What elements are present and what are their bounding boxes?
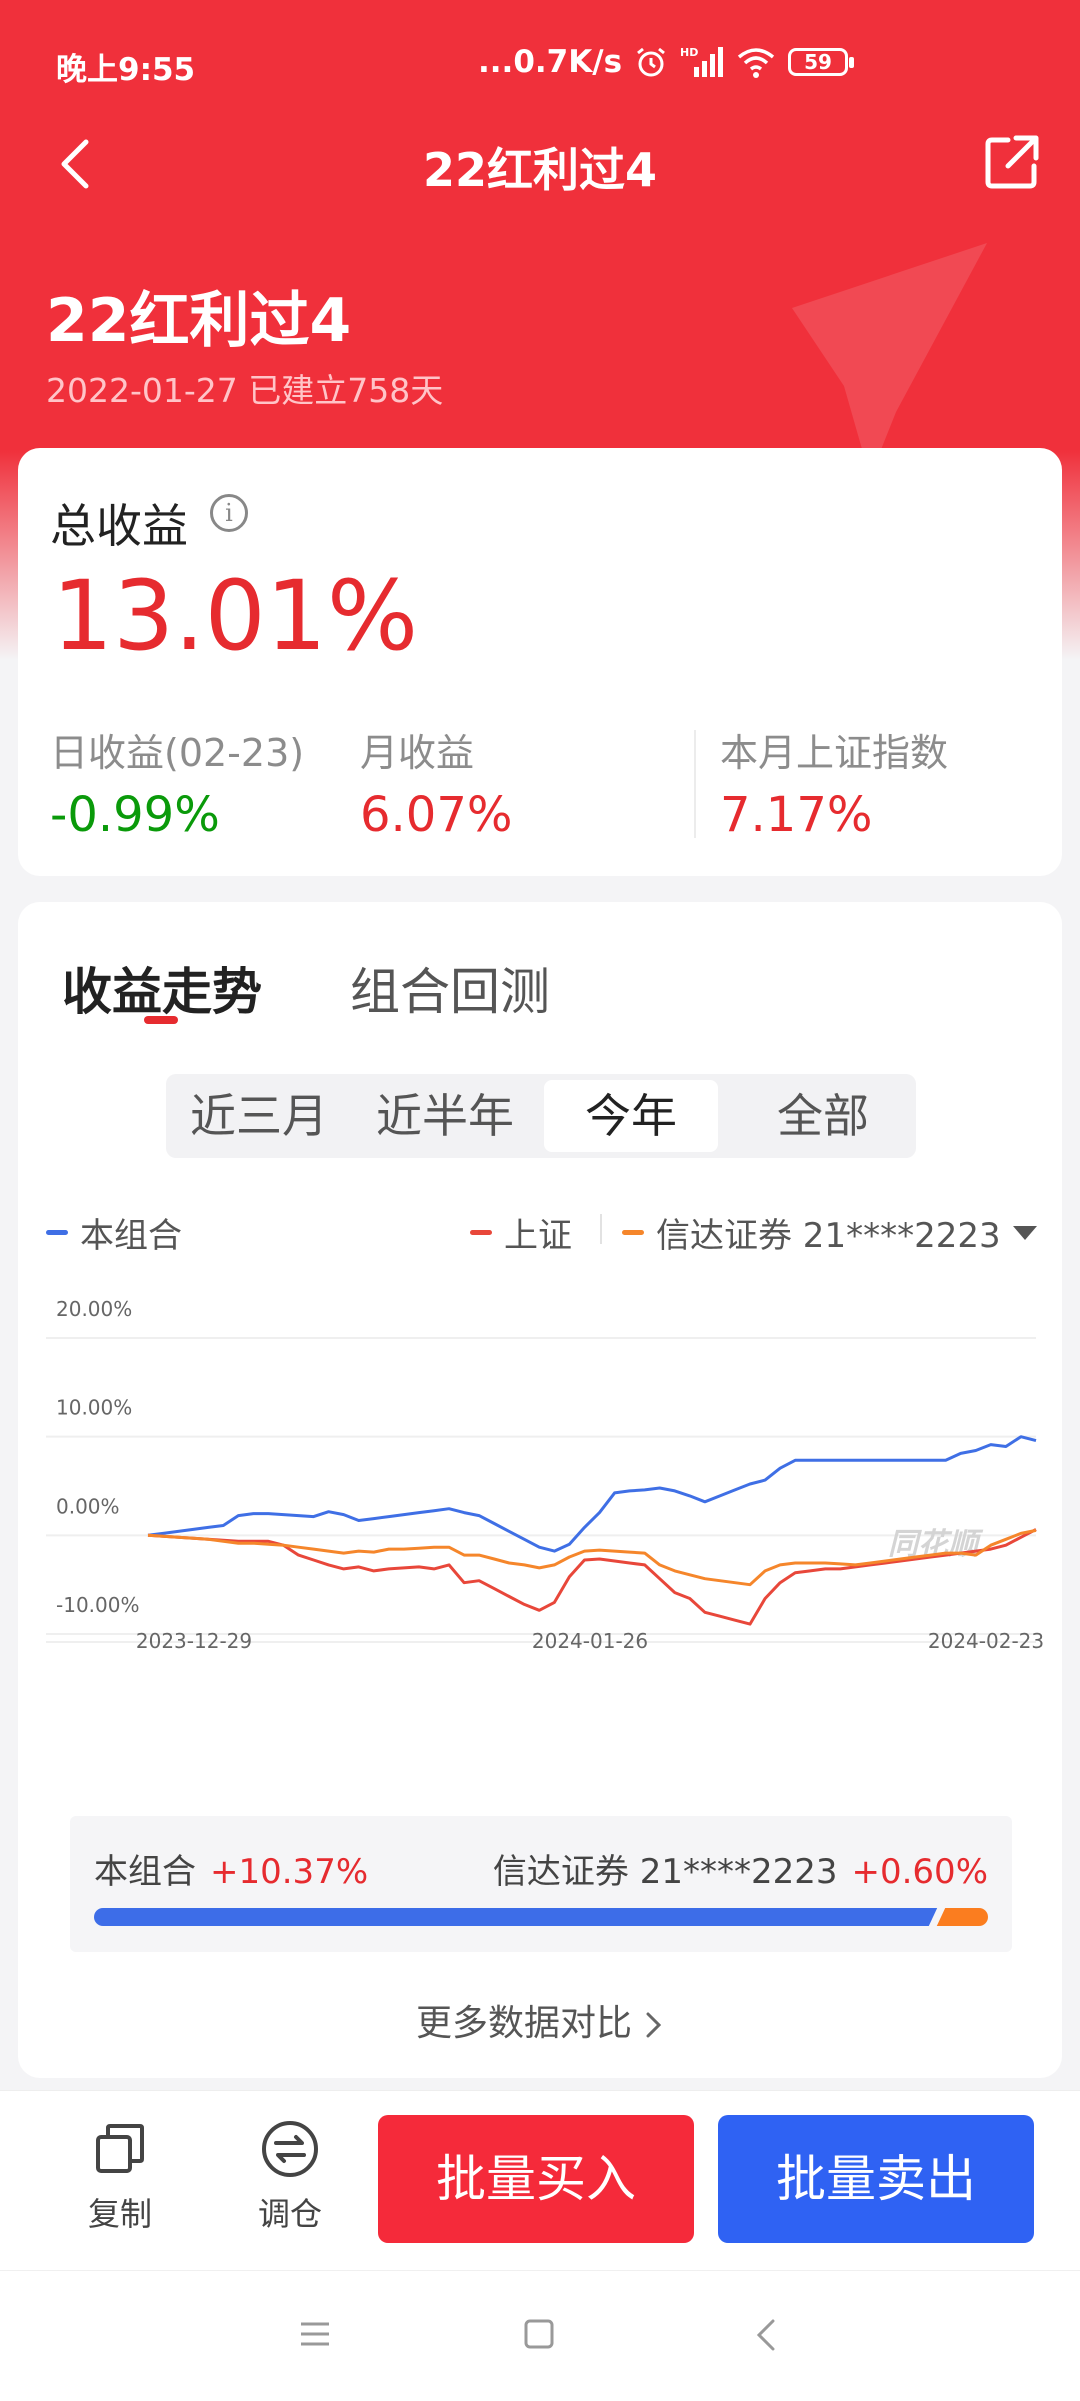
- status-icons: ...0.7K/s HD 59: [478, 44, 855, 80]
- top-nav: 22红利过4: [0, 120, 1080, 210]
- more-compare-label: 更多数据对比: [415, 2003, 632, 2044]
- more-compare-link[interactable]: 更多数据对比: [18, 1994, 1062, 2046]
- chart-y-labels: 20.00% 10.00% 0.00% -10.00%: [56, 1297, 139, 1617]
- range-ytd[interactable]: 今年: [544, 1080, 718, 1152]
- total-return-label: 总收益: [50, 499, 188, 553]
- legend-broker-swatch: [622, 1230, 644, 1235]
- rebalance-button[interactable]: 调仓: [230, 2119, 350, 2235]
- legend-shanghai-label: 上证: [504, 1216, 572, 1256]
- daily-return-value: -0.99%: [50, 787, 220, 843]
- legend-broker-selector[interactable]: 信达证券 21****2223: [622, 1208, 1037, 1257]
- total-return-value: 13.01%: [52, 560, 419, 672]
- x-tick-label: 2023-12-29: [136, 1629, 252, 1653]
- copy-label: 复制: [87, 2195, 152, 2233]
- home-icon[interactable]: [522, 2317, 556, 2351]
- back-nav-icon[interactable]: [754, 2317, 778, 2353]
- share-button[interactable]: [982, 132, 1042, 192]
- range-6m[interactable]: 近半年: [352, 1074, 538, 1158]
- network-speed: ...0.7K/s: [478, 44, 623, 80]
- stat-divider: [694, 730, 696, 838]
- comparison-portfolio-label: 本组合: [94, 1852, 196, 1892]
- chevron-right-icon: [646, 2012, 662, 2038]
- legend-portfolio: 本组合: [46, 1208, 182, 1257]
- alarm-icon: [637, 47, 665, 77]
- rebalance-label: 调仓: [257, 2195, 322, 2233]
- comparison-bar-portfolio: [94, 1908, 938, 1926]
- svg-text:HD: HD: [680, 46, 698, 59]
- index-return: 本月上证指数 7.17%: [720, 722, 948, 843]
- comparison-portfolio-value: +10.37%: [210, 1852, 369, 1892]
- x-tick-label: 2024-02-23: [928, 1629, 1044, 1653]
- legend-shanghai: 上证: [470, 1208, 572, 1257]
- batch-buy-button[interactable]: 批量买入: [378, 2115, 694, 2243]
- comparison-box: 本组合 +10.37% 信达证券 21****2223 +0.60%: [70, 1816, 1012, 1952]
- monthly-return-value: 6.07%: [360, 787, 513, 843]
- copy-button[interactable]: 复制: [60, 2119, 180, 2235]
- comparison-bar: [94, 1906, 988, 1928]
- tab-return-trend[interactable]: 收益走势: [62, 952, 262, 1024]
- chart-grid: [46, 1337, 1036, 1643]
- legend-broker-label: 信达证券 21****2223: [656, 1216, 1001, 1256]
- monthly-return-label: 月收益: [360, 731, 475, 775]
- comparison-portfolio: 本组合 +10.37%: [94, 1844, 368, 1893]
- legend-divider: [600, 1214, 602, 1244]
- y-tick-label: -10.00%: [56, 1593, 139, 1617]
- status-time: 晚上9:55: [56, 52, 196, 88]
- index-return-value: 7.17%: [720, 787, 873, 843]
- legend-shanghai-swatch: [470, 1230, 492, 1235]
- comparison-broker-label: 信达证券 21****2223: [492, 1852, 838, 1892]
- menu-icon[interactable]: [298, 2319, 332, 2349]
- wifi-icon: [737, 48, 775, 78]
- range-all[interactable]: 全部: [730, 1074, 916, 1158]
- summary-card: 总收益 i 13.01% 日收益(02-23) -0.99% 月收益 6.07%…: [18, 448, 1062, 876]
- portfolio-name: 22红利过4: [46, 286, 352, 356]
- nav-title: 22红利过4: [422, 143, 658, 197]
- range-3m[interactable]: 近三月: [166, 1074, 352, 1158]
- bottom-action-bar: 复制 调仓 批量买入 批量卖出: [0, 2090, 1080, 2271]
- comparison-broker-value: +0.60%: [851, 1852, 989, 1892]
- copy-icon: [96, 2124, 144, 2173]
- legend-portfolio-label: 本组合: [80, 1216, 182, 1256]
- daily-return-label: 日收益(02-23): [50, 731, 305, 775]
- hd-signal-icon: HD: [680, 46, 724, 77]
- y-tick-label: 20.00%: [56, 1297, 132, 1321]
- index-return-label: 本月上证指数: [720, 731, 949, 775]
- return-chart: 20.00% 10.00% 0.00% -10.00% 2023-12-29 2024-…: [46, 1297, 1044, 1653]
- info-icon[interactable]: i: [210, 494, 248, 532]
- legend-portfolio-swatch: [46, 1230, 68, 1235]
- x-tick-label: 2024-01-26: [532, 1629, 648, 1653]
- tab-active-indicator: [144, 1016, 178, 1024]
- caret-down-icon: [1012, 1225, 1037, 1240]
- y-tick-label: 0.00%: [56, 1494, 120, 1518]
- trend-card: 收益走势 组合回测 近三月 近半年 今年 全部 本组合 上证 信达证券 21**…: [18, 902, 1062, 2078]
- battery-icon: 59: [788, 48, 855, 76]
- batch-sell-button[interactable]: 批量卖出: [718, 2115, 1034, 2243]
- y-tick-label: 10.00%: [56, 1396, 132, 1420]
- comparison-bar-broker: [937, 1908, 988, 1926]
- tab-backtest[interactable]: 组合回测: [350, 952, 550, 1024]
- rebalance-icon: [262, 2121, 318, 2177]
- range-selector: 近三月 近半年 今年 全部: [166, 1074, 916, 1158]
- status-bar: 晚上9:55 ...0.7K/s HD 59: [0, 0, 1080, 130]
- comparison-broker: 信达证券 21****2223 +0.60%: [493, 1844, 988, 1893]
- monthly-return: 月收益 6.07%: [360, 722, 512, 843]
- daily-return: 日收益(02-23) -0.99%: [50, 722, 304, 843]
- portfolio-created-info: 2022-01-27 已建立758天: [46, 371, 444, 410]
- system-nav-bar: [0, 2270, 1080, 2401]
